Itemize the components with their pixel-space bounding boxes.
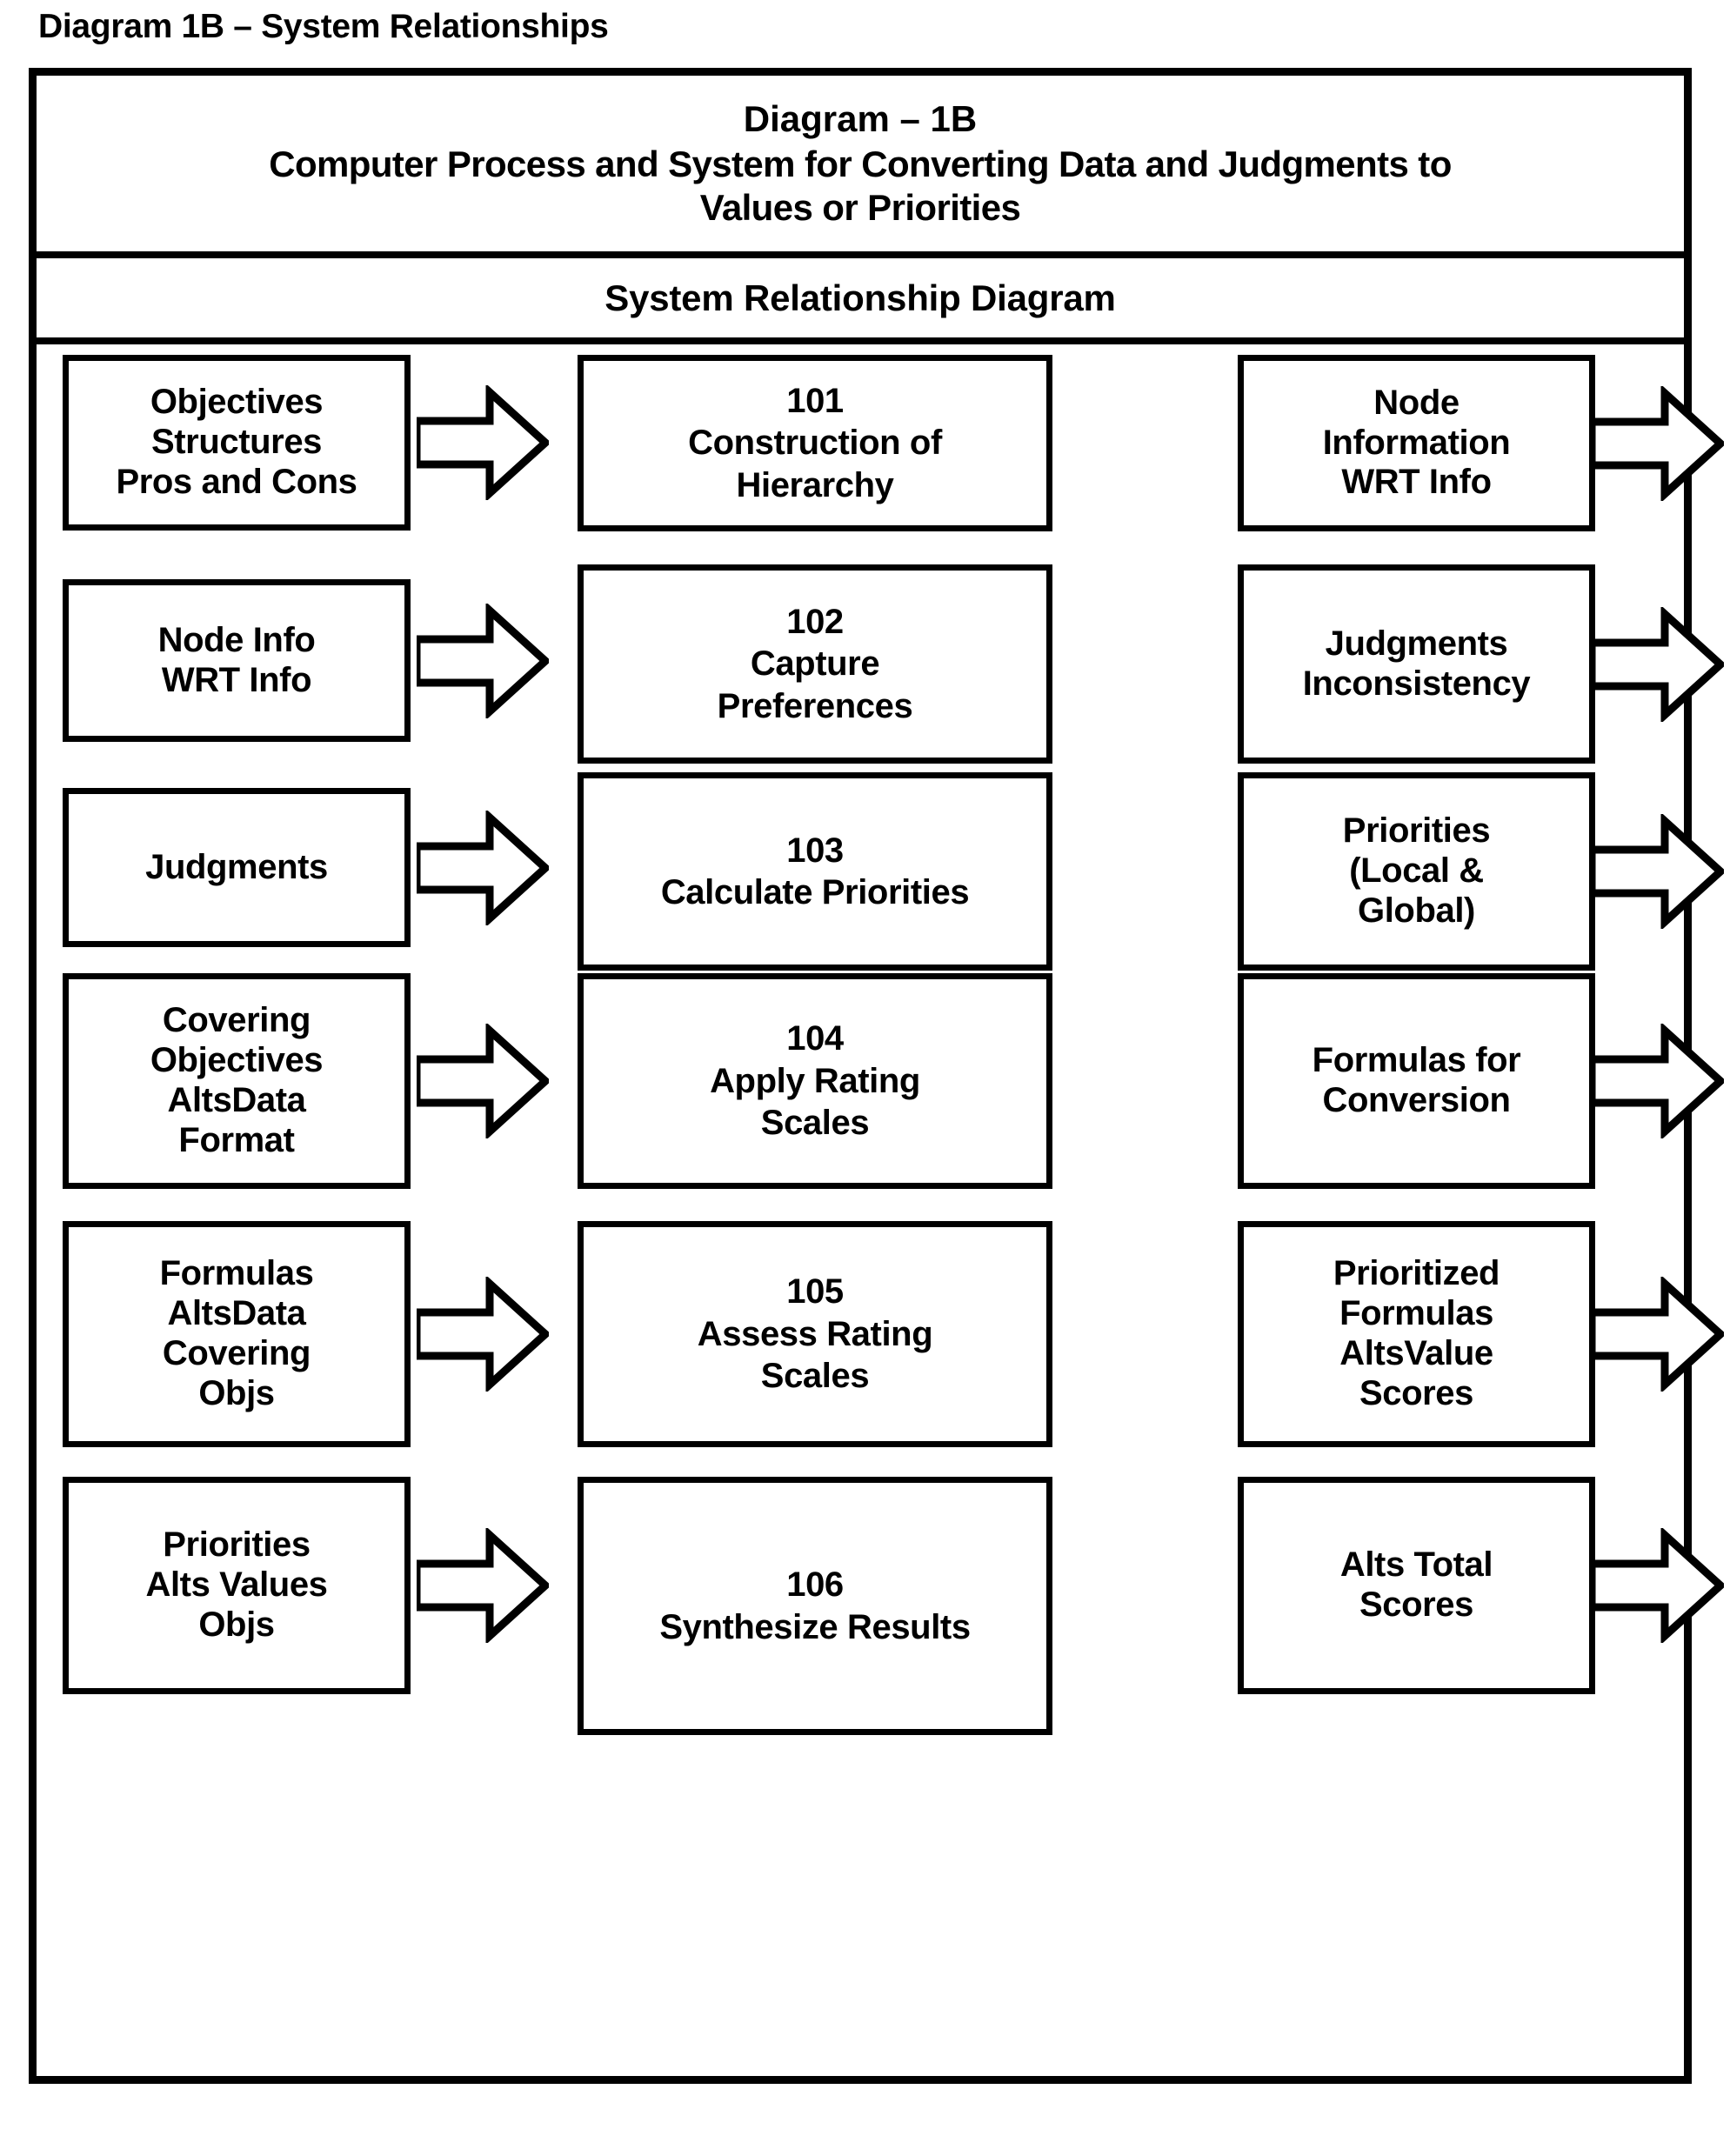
input-box-row-5: Formulas AltsData Covering Objs	[63, 1221, 411, 1447]
process-box-row-6: 106 Synthesize Results	[578, 1477, 1052, 1735]
process-box-row-5-label: 105 Assess Rating Scales	[697, 1272, 933, 1396]
output-box-row-3-label: Priorities (Local & Global)	[1342, 811, 1491, 930]
diagram-body: Objectives Structures Pros and Cons 101 Cons…	[37, 344, 1724, 2070]
input-box-row-1-label: Objectives Structures Pros and Cons	[116, 383, 357, 501]
process-box-row-4-label: 104 Apply Rating Scales	[710, 1019, 920, 1143]
output-box-row-4: Formulas for Conversion	[1238, 973, 1595, 1189]
process-box-row-2: 102 Capture Preferences	[578, 564, 1052, 764]
output-box-row-5-label: Prioritized Formulas AltsValue Scores	[1333, 1254, 1500, 1412]
arrow-output-row-1	[1592, 386, 1724, 501]
arrow-output-row-5	[1592, 1277, 1724, 1392]
arrow-input-to-process-row-1	[417, 385, 549, 500]
process-box-row-3: 103 Calculate Priorities	[578, 772, 1052, 971]
arrow-output-row-2	[1592, 607, 1724, 722]
output-box-row-2-label: Judgments Inconsistency	[1302, 624, 1531, 703]
process-box-row-1: 101 Construction of Hierarchy	[578, 355, 1052, 531]
output-box-row-6: Alts Total Scores	[1238, 1477, 1595, 1694]
input-box-row-3-label: Judgments	[145, 847, 328, 886]
arrow-input-to-process-row-6	[417, 1528, 549, 1643]
arrow-output-row-4	[1592, 1024, 1724, 1138]
process-box-row-6-label: 106 Synthesize Results	[659, 1565, 971, 1646]
output-box-row-2: Judgments Inconsistency	[1238, 564, 1595, 764]
input-box-row-4: Covering Objectives AltsData Format	[63, 973, 411, 1189]
process-box-row-2-label: 102 Capture Preferences	[717, 602, 913, 725]
input-box-row-6-label: Priorities Alts Values Objs	[145, 1525, 328, 1644]
output-box-row-1: Node Information WRT Info	[1238, 355, 1595, 531]
section-title: System Relationship Diagram	[604, 277, 1116, 318]
input-box-row-6: Priorities Alts Values Objs	[63, 1477, 411, 1694]
process-box-row-3-label: 103 Calculate Priorities	[660, 831, 970, 911]
output-box-row-1-label: Node Information WRT Info	[1322, 383, 1511, 502]
input-box-row-5-label: Formulas AltsData Covering Objs	[159, 1254, 314, 1412]
input-box-row-3: Judgments	[63, 788, 411, 947]
diagram-subtitle-line-1: Computer Process and System for Converti…	[269, 144, 1452, 185]
input-box-row-2: Node Info WRT Info	[63, 579, 411, 742]
diagram-subtitle-line-2: Values or Priorities	[699, 186, 1021, 228]
arrow-output-row-3	[1592, 814, 1724, 929]
input-box-row-4-label: Covering Objectives AltsData Format	[150, 1001, 324, 1159]
section-title-band: System Relationship Diagram	[37, 258, 1684, 344]
process-box-row-4: 104 Apply Rating Scales	[578, 973, 1052, 1189]
arrow-input-to-process-row-4	[417, 1024, 549, 1138]
arrow-input-to-process-row-3	[417, 811, 549, 925]
output-box-row-4-label: Formulas for Conversion	[1312, 1041, 1521, 1119]
diagram-header-band: Diagram – 1B Computer Process and System…	[37, 76, 1684, 258]
diagram-outer-frame: Diagram – 1B Computer Process and System…	[29, 68, 1724, 2084]
diagram-number: Diagram – 1B	[743, 97, 978, 139]
arrow-input-to-process-row-2	[417, 604, 549, 718]
output-box-row-6-label: Alts Total Scores	[1339, 1545, 1493, 1624]
output-box-row-3: Priorities (Local & Global)	[1238, 772, 1595, 971]
page-title: Diagram 1B – System Relationships	[38, 8, 609, 45]
output-box-row-5: Prioritized Formulas AltsValue Scores	[1238, 1221, 1595, 1447]
process-box-row-1-label: 101 Construction of Hierarchy	[688, 381, 942, 504]
arrow-input-to-process-row-5	[417, 1277, 549, 1392]
diagram-subtitle: Computer Process and System for Converti…	[269, 143, 1452, 229]
process-box-row-5: 105 Assess Rating Scales	[578, 1221, 1052, 1447]
input-box-row-2-label: Node Info WRT Info	[157, 620, 316, 699]
arrow-output-row-6	[1592, 1528, 1724, 1643]
input-box-row-1: Objectives Structures Pros and Cons	[63, 355, 411, 531]
